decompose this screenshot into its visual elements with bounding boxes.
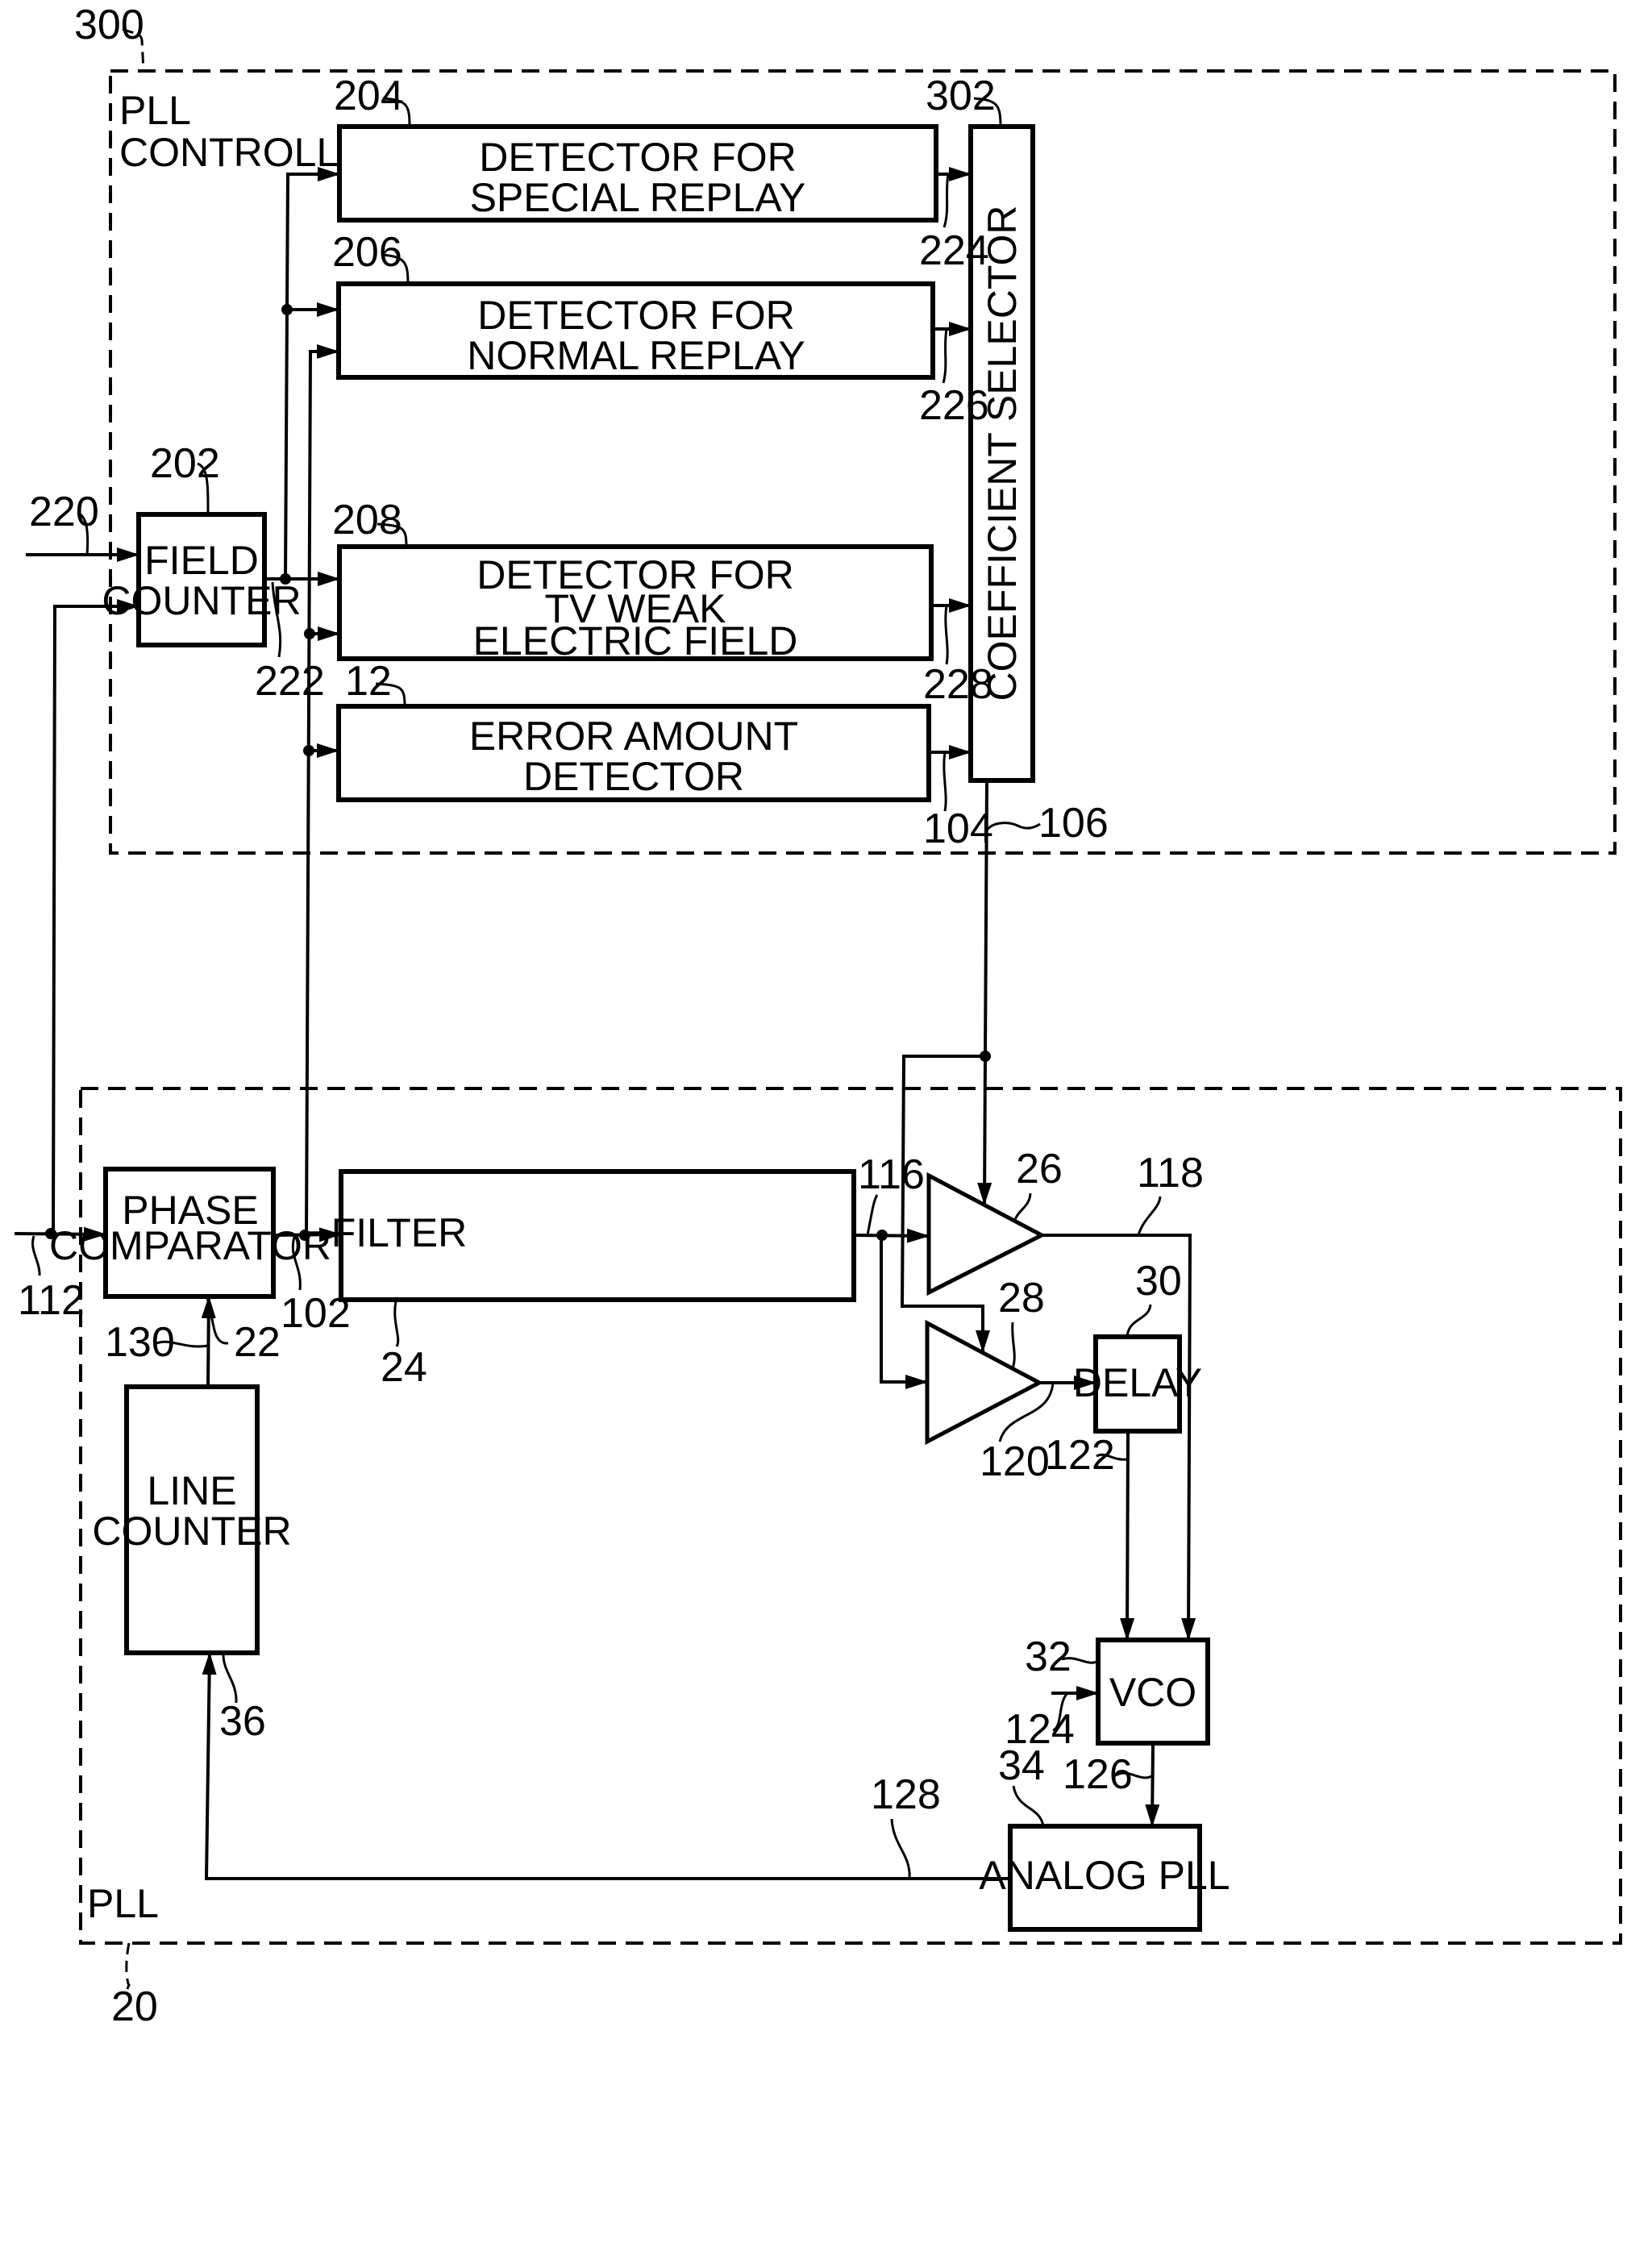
pll-block-diagram: 300 PLL CONTROLLER FIELD COUNTER 202 DET… <box>14 2 1622 2030</box>
ref-300: 300 <box>74 2 144 48</box>
field-counter-label-2: COUNTER <box>102 578 301 623</box>
ref-202: 202 <box>150 440 220 487</box>
junction-dot <box>304 628 315 639</box>
ref-28-leader <box>1011 1321 1016 1369</box>
ref-224: 224 <box>919 227 989 274</box>
detector-special-label-1: DETECTOR FOR <box>479 135 797 180</box>
ref-226: 226 <box>919 382 989 429</box>
ref-208: 208 <box>332 497 402 543</box>
ref-106-leader <box>985 822 1041 831</box>
ref-124: 124 <box>1005 1706 1075 1753</box>
coefficient-selector-label: COEFFICIENT SELECTOR <box>980 206 1025 701</box>
ref-12: 12 <box>345 658 392 705</box>
ref-116: 116 <box>858 1151 925 1198</box>
ref-226-leader <box>942 328 948 384</box>
ref-32: 32 <box>1025 1633 1072 1680</box>
pll-controller-title-1: PLL <box>119 88 191 133</box>
line-counter-block: LINE COUNTER 36 <box>92 1384 292 1745</box>
detector-normal-replay-block: DETECTOR FOR NORMAL REPLAY 206 <box>332 229 935 380</box>
ref-302: 302 <box>926 73 996 119</box>
filter-block: FILTER 24 <box>331 1169 856 1391</box>
ref-26: 26 <box>1016 1146 1063 1192</box>
error-detector-label-2: DETECTOR <box>523 754 744 799</box>
junction-dot <box>303 745 314 756</box>
ref-30: 30 <box>1135 1258 1182 1305</box>
junction-dot <box>281 304 293 315</box>
junction-dot <box>45 1228 56 1239</box>
ref-34-leader <box>1012 1785 1045 1827</box>
signal-106-to-amp-26 <box>977 1055 992 1205</box>
detector-weak-field-block: DETECTOR FOR TV WEAK ELECTRIC FIELD 208 <box>332 497 934 664</box>
detector-special-replay-block: DETECTOR FOR SPECIAL REPLAY 204 <box>334 73 938 223</box>
junction-dot <box>299 1230 310 1241</box>
ref-20: 20 <box>111 1983 158 2030</box>
detector-normal-label-1: DETECTOR FOR <box>477 293 795 338</box>
ref-128-leader <box>890 1818 911 1879</box>
signal-116-line <box>853 1228 930 1243</box>
signal-128-line <box>202 1652 1010 1880</box>
ref-224-leader <box>943 173 950 228</box>
ref-28: 28 <box>998 1275 1045 1321</box>
line-counter-label-1: LINE <box>147 1468 236 1513</box>
ref-228-leader <box>944 605 949 665</box>
ref-118: 118 <box>1137 1150 1204 1197</box>
ref-26-leader <box>1013 1192 1032 1223</box>
ref-104: 104 <box>923 805 993 852</box>
error-detector-label-1: ERROR AMOUNT <box>469 714 798 759</box>
signal-112-to-field-counter <box>52 599 139 1234</box>
ref-122: 122 <box>1045 1432 1115 1479</box>
ref-112-leader <box>31 1235 41 1276</box>
ref-102: 102 <box>281 1290 351 1337</box>
ref-206: 206 <box>332 229 402 276</box>
ref-126: 126 <box>1063 1751 1133 1798</box>
signal-130-line <box>201 1296 216 1388</box>
ref-36: 36 <box>219 1698 266 1745</box>
ref-24-leader <box>393 1301 400 1347</box>
ref-128: 128 <box>871 1771 941 1818</box>
junction-dot <box>280 573 291 585</box>
ref-104-leader <box>943 751 947 812</box>
signal-222-to-204 <box>284 167 340 580</box>
ref-130: 130 <box>105 1319 175 1366</box>
signal-126-line <box>1145 1742 1160 1827</box>
ref-30-leader <box>1126 1304 1152 1338</box>
amplifier-28[interactable]: 28 <box>925 1275 1045 1446</box>
ref-116-leader <box>866 1194 879 1236</box>
field-counter-label-1: FIELD <box>144 538 259 583</box>
ref-228: 228 <box>923 661 993 708</box>
amplifier-26[interactable]: 26 <box>926 1146 1063 1296</box>
ref-36-leader <box>222 1654 238 1704</box>
error-amount-detector-block: ERROR AMOUNT DETECTOR 12 <box>336 658 931 802</box>
analog-pll-label: ANALOG PLL <box>979 1853 1230 1898</box>
signal-116-to-amp-28 <box>880 1235 928 1389</box>
detector-normal-label-2: NORMAL REPLAY <box>467 333 805 378</box>
ref-24: 24 <box>381 1344 427 1391</box>
ref-220: 220 <box>29 489 99 535</box>
field-counter-block: FIELD COUNTER 202 <box>102 440 302 647</box>
filter-label: FILTER <box>331 1210 468 1255</box>
signal-106-line <box>984 780 988 1057</box>
ref-112: 112 <box>18 1277 85 1324</box>
line-counter-label-2: COUNTER <box>92 1509 291 1554</box>
ref-204: 204 <box>334 73 404 119</box>
ref-222: 222 <box>255 658 325 705</box>
detector-special-label-2: SPECIAL REPLAY <box>470 175 806 220</box>
ref-120: 120 <box>980 1438 1050 1485</box>
phase-comparator-label-2: COMPARATOR <box>49 1223 331 1268</box>
ref-22: 22 <box>234 1319 281 1366</box>
pll-title: PLL <box>87 1881 159 1926</box>
signal-122-line <box>1120 1430 1135 1641</box>
delay-block: DELAY 30 <box>1073 1258 1202 1434</box>
detector-weak-label-3: ELECTRIC FIELD <box>473 618 798 664</box>
vco-label: VCO <box>1109 1670 1196 1715</box>
ref-118-leader <box>1137 1196 1162 1236</box>
signal-102-to-206 <box>305 344 339 1236</box>
ref-106: 106 <box>1038 800 1109 847</box>
